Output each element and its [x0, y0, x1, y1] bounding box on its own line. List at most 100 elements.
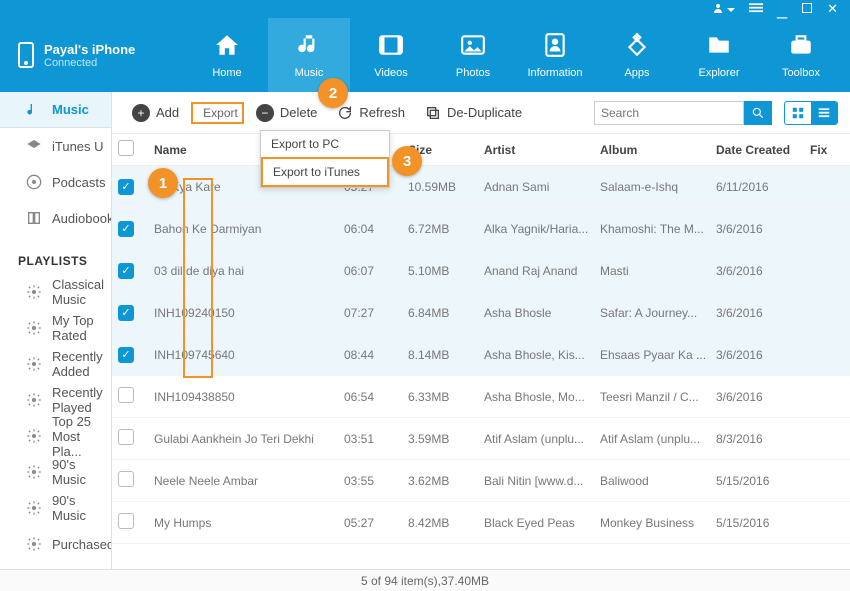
- table-row[interactable]: INH10943885006:546.33MBAsha Bhosle, Mo..…: [112, 376, 850, 418]
- toolbar: +Add Export −Delete Refresh De-Duplicate: [112, 92, 850, 134]
- cell-date: 3/6/2016: [716, 348, 810, 362]
- user-menu-icon[interactable]: [712, 2, 735, 17]
- row-checkbox[interactable]: [118, 513, 134, 529]
- playlist-label: 90's Music: [52, 493, 111, 523]
- export-button[interactable]: Export: [191, 102, 244, 124]
- playlist-label: Recently Played: [52, 385, 111, 415]
- cell-size: 8.14MB: [408, 348, 484, 362]
- tab-explorer[interactable]: Explorer: [678, 18, 760, 92]
- gear-icon: [26, 428, 42, 444]
- cell-size: 3.62MB: [408, 474, 484, 488]
- table-row[interactable]: 03 dil de diya hai06:075.10MBAnand Raj A…: [112, 250, 850, 292]
- minus-icon: −: [256, 104, 274, 122]
- sidebar-item-audiobooks[interactable]: Audiobooks: [0, 200, 111, 236]
- export-to-pc[interactable]: Export to PC: [261, 131, 389, 157]
- cell-artist: Asha Bhosle: [484, 306, 600, 320]
- delete-button[interactable]: −Delete: [248, 100, 326, 126]
- cell-album: Masti: [600, 264, 716, 278]
- playlist-item[interactable]: 90's Music: [0, 490, 111, 526]
- music-icon: [296, 32, 322, 61]
- row-checkbox[interactable]: [118, 387, 134, 403]
- row-checkbox[interactable]: [118, 179, 134, 195]
- tab-videos[interactable]: Videos: [350, 18, 432, 92]
- gear-icon: [26, 284, 42, 300]
- playlist-item[interactable]: 90's Music: [0, 454, 111, 490]
- col-album[interactable]: Album: [600, 143, 716, 157]
- table-row[interactable]: INH10974564008:448.14MBAsha Bhosle, Kis.…: [112, 334, 850, 376]
- folder-icon: [706, 32, 732, 61]
- add-button[interactable]: +Add: [124, 100, 187, 126]
- col-date[interactable]: Date Created: [716, 143, 810, 157]
- cell-date: 6/11/2016: [716, 180, 810, 194]
- cell-date: 5/15/2016: [716, 516, 810, 530]
- row-checkbox[interactable]: [118, 221, 134, 237]
- row-checkbox[interactable]: [118, 429, 134, 445]
- col-artist[interactable]: Artist: [484, 143, 600, 157]
- sidebar-item-itunesu[interactable]: iTunes U: [0, 128, 111, 164]
- table-row[interactable]: Gulabi Aankhein Jo Teri Dekhi03:513.59MB…: [112, 418, 850, 460]
- cell-size: 8.42MB: [408, 516, 484, 530]
- row-checkbox[interactable]: [118, 471, 134, 487]
- btn-label: De-Duplicate: [447, 105, 522, 120]
- cell-name: Bahon Ke Darmiyan: [154, 222, 344, 236]
- playlist-item[interactable]: Recently Added: [0, 346, 111, 382]
- tab-photos[interactable]: Photos: [432, 18, 514, 92]
- cell-time: 07:27: [344, 306, 408, 320]
- search-box: [594, 101, 772, 125]
- playlist-label: Top 25 Most Pla...: [52, 414, 111, 459]
- tab-apps[interactable]: Apps: [596, 18, 678, 92]
- device-name: Payal's iPhone: [44, 42, 135, 57]
- tab-toolbox[interactable]: Toolbox: [760, 18, 842, 92]
- table-row[interactable]: Neele Neele Ambar03:553.62MBBali Nitin […: [112, 460, 850, 502]
- export-to-itunes[interactable]: Export to iTunes: [261, 157, 389, 187]
- grid-view-button[interactable]: [785, 102, 811, 124]
- cell-date: 3/6/2016: [716, 306, 810, 320]
- deduplicate-button[interactable]: De-Duplicate: [417, 101, 530, 125]
- cell-time: 03:55: [344, 474, 408, 488]
- cell-artist: Black Eyed Peas: [484, 516, 600, 530]
- table-row[interactable]: Bahon Ke Darmiyan06:046.72MBAlka Yagnik/…: [112, 208, 850, 250]
- search-input[interactable]: [594, 101, 744, 125]
- col-fix[interactable]: Fix: [810, 143, 850, 157]
- gear-icon: [26, 464, 42, 480]
- refresh-icon: [337, 105, 353, 121]
- playlist-label: 90's Music: [52, 457, 111, 487]
- table-row[interactable]: INH10924015007:276.84MBAsha BhosleSafar:…: [112, 292, 850, 334]
- playlist-item[interactable]: My Top Rated: [0, 310, 111, 346]
- sidebar-label: iTunes U: [52, 139, 104, 154]
- playlist-item[interactable]: Top 25 Most Pla...: [0, 418, 111, 454]
- tab-home[interactable]: Home: [186, 18, 268, 92]
- search-button[interactable]: [744, 101, 772, 125]
- playlist-item[interactable]: Purchased: [0, 526, 111, 562]
- list-view-button[interactable]: [811, 102, 837, 124]
- sidebar-item-music[interactable]: Music: [0, 92, 111, 128]
- row-checkbox[interactable]: [118, 347, 134, 363]
- cell-time: 06:04: [344, 222, 408, 236]
- cell-artist: Alka Yagnik/Haria...: [484, 222, 600, 236]
- main-panel: +Add Export −Delete Refresh De-Duplicate…: [112, 92, 850, 569]
- row-checkbox[interactable]: [118, 263, 134, 279]
- cell-time: 03:51: [344, 432, 408, 446]
- restore-icon[interactable]: [801, 2, 813, 17]
- table-row[interactable]: My Humps05:278.42MBBlack Eyed PeasMonkey…: [112, 502, 850, 544]
- playlists-heading: PLAYLISTS: [0, 236, 111, 274]
- playlist-label: Recently Added: [52, 349, 111, 379]
- playlist-item[interactable]: Classical Music: [0, 274, 111, 310]
- device-status: Connected: [44, 57, 135, 69]
- cell-size: 10.59MB: [408, 180, 484, 194]
- select-all-checkbox[interactable]: [118, 140, 134, 156]
- cell-artist: Bali Nitin [www.d...: [484, 474, 600, 488]
- tab-label: Explorer: [699, 67, 740, 79]
- minimize-icon[interactable]: _: [777, 4, 787, 14]
- menu-lines-icon[interactable]: [749, 1, 763, 18]
- tab-information[interactable]: Information: [514, 18, 596, 92]
- row-checkbox[interactable]: [118, 305, 134, 321]
- close-icon[interactable]: ✕: [827, 1, 838, 17]
- sidebar-item-podcasts[interactable]: Podcasts: [0, 164, 111, 200]
- status-text: 5 of 94 item(s),37.40MB: [361, 574, 489, 588]
- music-note-icon: [26, 102, 42, 118]
- playlist-label: Purchased: [52, 537, 112, 552]
- cell-size: 3.59MB: [408, 432, 484, 446]
- top-tabs: Home Music Videos Photos Information App…: [186, 18, 850, 92]
- table-row[interactable]: Dil Kya Kare05:2710.59MBAdnan SamiSalaam…: [112, 166, 850, 208]
